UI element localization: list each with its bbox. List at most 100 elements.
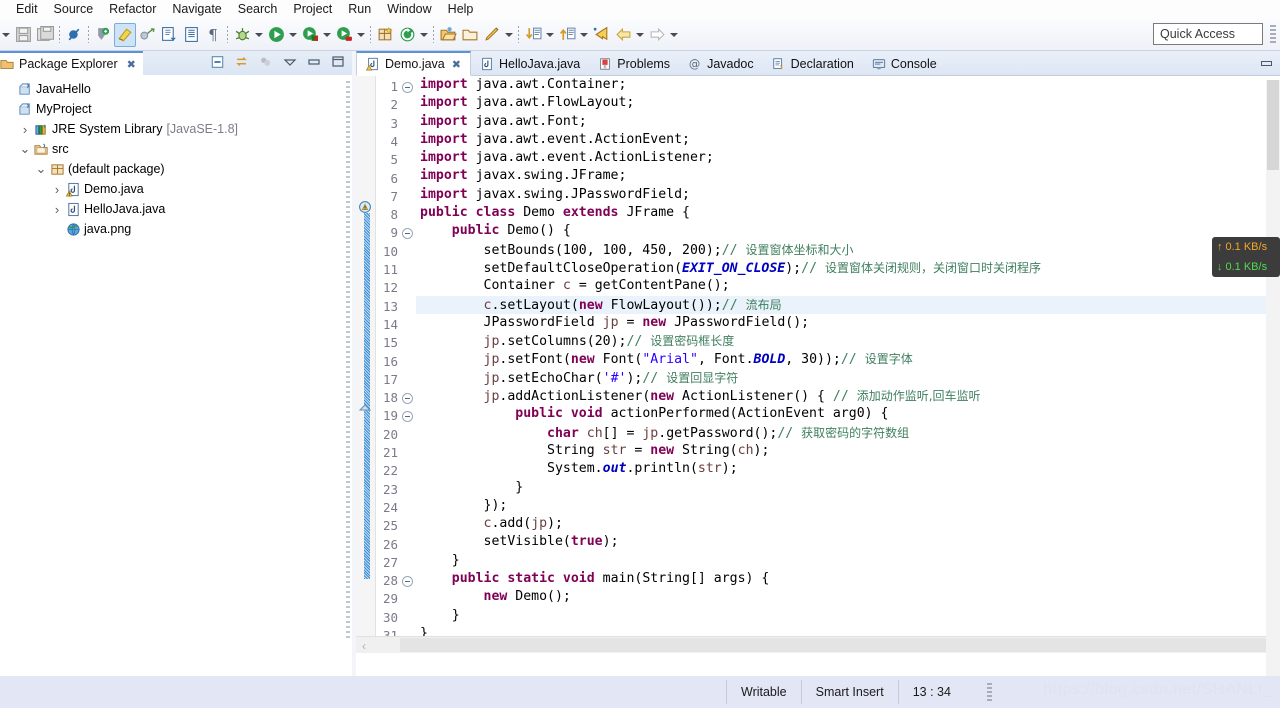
skip-all-breakpoints-icon[interactable]	[63, 23, 85, 47]
menu-item-source[interactable]: Source	[46, 0, 102, 19]
new-dropdown-arrow[interactable]	[0, 23, 12, 47]
code-line[interactable]: import java.awt.event.ActionEvent;	[416, 131, 1280, 149]
tree-item-java-png[interactable]: java.png	[2, 219, 352, 239]
code-line[interactable]: Container c = getContentPane();	[416, 277, 1280, 295]
code-line[interactable]: jp.setFont(new Font("Arial", Font.BOLD, …	[416, 350, 1280, 368]
source-code[interactable]: import java.awt.Container;import java.aw…	[416, 76, 1280, 653]
code-line[interactable]: setBounds(100, 100, 450, 200);// 设置窗体坐标和…	[416, 241, 1280, 259]
code-line[interactable]: jp.setColumns(20);// 设置密码框长度	[416, 332, 1280, 350]
minimize-icon[interactable]	[305, 53, 322, 71]
run-dropdown-arrow[interactable]	[287, 23, 299, 47]
code-line[interactable]: import javax.swing.JFrame;	[416, 167, 1280, 185]
toolbar-grip[interactable]	[1270, 25, 1276, 44]
code-editor[interactable]: 1234567891011121314151617181920212223242…	[356, 76, 1280, 653]
close-icon[interactable]: ✖	[127, 58, 136, 71]
debug-dropdown-arrow[interactable]	[253, 23, 265, 47]
editor-tab-problems[interactable]: Problems	[589, 51, 679, 76]
vertical-scroll-thumb[interactable]	[1267, 80, 1279, 170]
close-icon[interactable]: ✖	[452, 58, 461, 71]
menu-item-refactor[interactable]: Refactor	[101, 0, 164, 19]
forward-dropdown-arrow[interactable]	[668, 23, 680, 47]
menu-item-help[interactable]: Help	[440, 0, 482, 19]
code-line[interactable]: import java.awt.FlowLayout;	[416, 94, 1280, 112]
code-line[interactable]: new Demo();	[416, 588, 1280, 606]
new-java-package-icon[interactable]	[374, 23, 396, 47]
code-line[interactable]: String str = new String(ch);	[416, 442, 1280, 460]
open-type-icon[interactable]	[158, 23, 180, 47]
previous-annotation-icon[interactable]	[556, 23, 578, 47]
code-line[interactable]: setVisible(true);	[416, 533, 1280, 551]
pilcrow-icon[interactable]: ¶	[202, 23, 224, 47]
chevron-down-icon[interactable]: ⌄	[34, 165, 48, 173]
view-menu-filters-icon[interactable]	[257, 53, 274, 71]
editor-tab-javadoc[interactable]: @Javadoc	[679, 51, 763, 76]
open-task-icon[interactable]	[180, 23, 202, 47]
editor-tab-hellojava-java[interactable]: HelloJava.java	[471, 51, 589, 76]
chevron-right-icon[interactable]: ›	[50, 202, 64, 217]
code-line[interactable]: c.setLayout(new FlowLayout());// 流布局	[416, 296, 1280, 314]
chevron-down-icon[interactable]: ⌄	[18, 145, 32, 153]
code-line[interactable]: }	[416, 607, 1280, 625]
close-folder-icon[interactable]	[459, 23, 481, 47]
collapse-all-icon[interactable]	[209, 53, 226, 71]
panel-resize-grip[interactable]	[346, 81, 350, 641]
menu-item-project[interactable]: Project	[285, 0, 340, 19]
tree-item-jre-system-library[interactable]: ›JRE System Library[JavaSE-1.8]	[2, 119, 352, 139]
code-line[interactable]: public static void main(String[] args) {	[416, 570, 1280, 588]
editor-minimize-icon[interactable]	[1256, 54, 1276, 72]
run-icon[interactable]	[265, 23, 287, 47]
tree-item-src[interactable]: ⌄src	[2, 139, 352, 159]
chevron-right-icon[interactable]: ›	[50, 182, 64, 197]
chevron-right-icon[interactable]: ›	[18, 122, 32, 137]
editor-horizontal-scrollbar[interactable]: ‹	[356, 636, 1280, 653]
maximize-icon[interactable]	[329, 53, 346, 71]
run-coverage-icon[interactable]	[299, 23, 321, 47]
code-line[interactable]: import java.awt.Font;	[416, 113, 1280, 131]
view-menu-icon[interactable]	[281, 53, 298, 71]
code-line[interactable]: System.out.println(str);	[416, 460, 1280, 478]
code-line[interactable]: c.add(jp);	[416, 515, 1280, 533]
back-arrow-icon[interactable]	[612, 23, 634, 47]
menu-item-window[interactable]: Window	[379, 0, 439, 19]
save-all-icon[interactable]	[34, 23, 56, 47]
code-line[interactable]: import java.awt.event.ActionListener;	[416, 149, 1280, 167]
profile-icon[interactable]	[333, 23, 355, 47]
external-tools-icon[interactable]	[136, 23, 158, 47]
next-annotation-icon[interactable]	[522, 23, 544, 47]
horizontal-scroll-thumb[interactable]	[400, 638, 1270, 652]
fold-toggle-icon[interactable]	[402, 411, 413, 422]
fold-toggle-icon[interactable]	[402, 576, 413, 587]
back-dropdown-arrow[interactable]	[634, 23, 646, 47]
code-line[interactable]: import java.awt.Container;	[416, 76, 1280, 94]
code-line[interactable]: public void actionPerformed(ActionEvent …	[416, 405, 1280, 423]
menu-item-search[interactable]: Search	[230, 0, 286, 19]
next-annotation-dropdown-arrow[interactable]	[544, 23, 556, 47]
debug-icon[interactable]	[231, 23, 253, 47]
editor-tab-console[interactable]: Console	[863, 51, 946, 76]
code-line[interactable]: jp.setEchoChar('#');// 设置回显字符	[416, 369, 1280, 387]
tree-item-demo-java[interactable]: ›Demo.java	[2, 179, 352, 199]
profile-dropdown-arrow[interactable]	[355, 23, 367, 47]
tree-item-javahello[interactable]: JavaHello	[2, 79, 352, 99]
save-icon[interactable]	[12, 23, 34, 47]
link-with-editor-icon[interactable]	[233, 53, 250, 71]
menu-item-edit[interactable]: Edit	[8, 0, 46, 19]
editor-tab-demo-java[interactable]: Demo.java✖	[356, 51, 471, 76]
window-vertical-scrollbar[interactable]	[1266, 80, 1280, 676]
toggle-mark-occurrences-icon[interactable]	[92, 23, 114, 47]
menu-item-run[interactable]: Run	[340, 0, 379, 19]
code-line[interactable]: import javax.swing.JPasswordField;	[416, 186, 1280, 204]
scroll-left-icon[interactable]: ‹	[362, 639, 366, 653]
code-line[interactable]: char ch[] = jp.getPassword();// 获取密码的字符数…	[416, 424, 1280, 442]
editor-tab-declaration[interactable]: Declaration	[763, 51, 863, 76]
previous-annotation-dropdown-arrow[interactable]	[578, 23, 590, 47]
fold-toggle-icon[interactable]	[402, 82, 413, 93]
code-line[interactable]: }	[416, 479, 1280, 497]
new-annotation-dropdown-arrow[interactable]	[418, 23, 430, 47]
quick-access-input[interactable]: Quick Access	[1153, 23, 1263, 45]
code-line[interactable]: });	[416, 497, 1280, 515]
menu-item-navigate[interactable]: Navigate	[164, 0, 229, 19]
tree-item-default-package[interactable]: ⌄(default package)	[2, 159, 352, 179]
code-line[interactable]: public class Demo extends JFrame {	[416, 204, 1280, 222]
code-line[interactable]: jp.addActionListener(new ActionListener(…	[416, 387, 1280, 405]
